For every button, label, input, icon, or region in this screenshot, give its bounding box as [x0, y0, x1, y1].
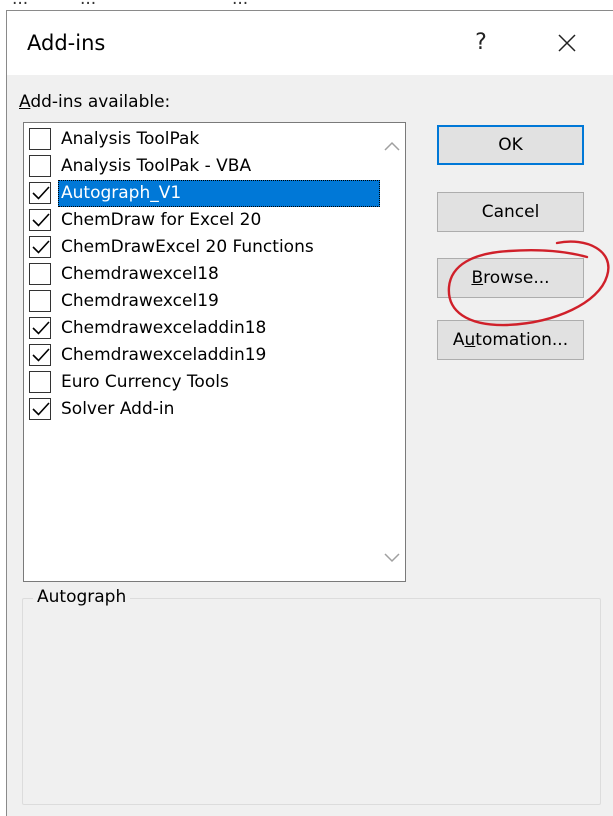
list-item-label: Chemdrawexcel19 [61, 291, 219, 311]
background-text: ... [232, 0, 248, 9]
ok-button[interactable]: OK [437, 125, 584, 165]
list-item[interactable]: Chemdrawexceladdin19 [27, 342, 380, 369]
list-item[interactable]: Solver Add-in [27, 396, 380, 423]
list-item[interactable]: Chemdrawexcel19 [27, 288, 380, 315]
list-item[interactable]: ChemDrawExcel 20 Functions [27, 234, 380, 261]
close-button[interactable] [537, 21, 597, 65]
description-group-title: Autograph [33, 587, 131, 607]
checkmark-icon [32, 402, 50, 416]
checkbox[interactable] [29, 182, 51, 204]
list-item-label: Solver Add-in [61, 399, 175, 419]
checkmark-icon [32, 321, 50, 335]
background-text: ... [80, 0, 96, 9]
checkmark-icon [32, 186, 50, 200]
checkmark-icon [32, 213, 50, 227]
scroll-up-button[interactable] [382, 137, 402, 157]
checkbox[interactable] [29, 128, 51, 150]
list-item-label: Analysis ToolPak - VBA [61, 156, 252, 176]
list-item-label: Euro Currency Tools [61, 372, 229, 392]
checkbox[interactable] [29, 290, 51, 312]
list-item[interactable]: Analysis ToolPak - VBA [27, 153, 380, 180]
chevron-up-icon [384, 141, 400, 151]
list-item[interactable]: Analysis ToolPak [27, 126, 380, 153]
checkbox[interactable] [29, 398, 51, 420]
checkbox[interactable] [29, 344, 51, 366]
automation-button[interactable]: Automation... [437, 320, 584, 360]
checkbox[interactable] [29, 209, 51, 231]
cancel-button[interactable]: Cancel [437, 192, 584, 232]
close-icon [558, 34, 576, 52]
add-ins-dialog: Add-ins ? Add-ins available: Analysis To… [6, 10, 613, 816]
list-item[interactable]: Chemdrawexcel18 [27, 261, 380, 288]
list-item-label: Chemdrawexceladdin18 [61, 318, 267, 338]
checkbox[interactable] [29, 236, 51, 258]
chevron-down-icon [384, 553, 400, 563]
scroll-down-button[interactable] [382, 547, 402, 567]
list-item-label: Chemdrawexcel18 [61, 264, 219, 284]
add-ins-available-label: Add-ins available: [19, 92, 171, 112]
browse-button[interactable]: Browse... [437, 258, 584, 298]
description-group: Autograph [22, 587, 601, 805]
checkbox[interactable] [29, 371, 51, 393]
list-item[interactable]: ChemDraw for Excel 20 [27, 207, 380, 234]
list-item-label: Chemdrawexceladdin19 [61, 345, 267, 365]
help-button[interactable]: ? [455, 21, 507, 65]
add-ins-listbox[interactable]: Analysis ToolPak Analysis ToolPak - VBA … [23, 122, 406, 582]
list-item[interactable]: Chemdrawexceladdin18 [27, 315, 380, 342]
list-item-label: ChemDrawExcel 20 Functions [61, 237, 314, 257]
background-window-fragment: ... ... ... [0, 0, 613, 10]
checkmark-icon [32, 348, 50, 362]
checkbox[interactable] [29, 263, 51, 285]
list-item[interactable]: Euro Currency Tools [27, 369, 380, 396]
background-text: ... [12, 0, 28, 9]
checkbox[interactable] [29, 155, 51, 177]
list-item-label: Analysis ToolPak [61, 129, 200, 149]
list-item[interactable]: Autograph_V1 [27, 180, 380, 207]
list-item-label: Autograph_V1 [58, 180, 380, 207]
help-icon: ? [475, 30, 487, 55]
title-bar[interactable]: Add-ins ? [7, 11, 613, 75]
checkmark-icon [32, 240, 50, 254]
list-item-label: ChemDraw for Excel 20 [61, 210, 262, 230]
checkbox[interactable] [29, 317, 51, 339]
dialog-title: Add-ins [27, 31, 106, 55]
